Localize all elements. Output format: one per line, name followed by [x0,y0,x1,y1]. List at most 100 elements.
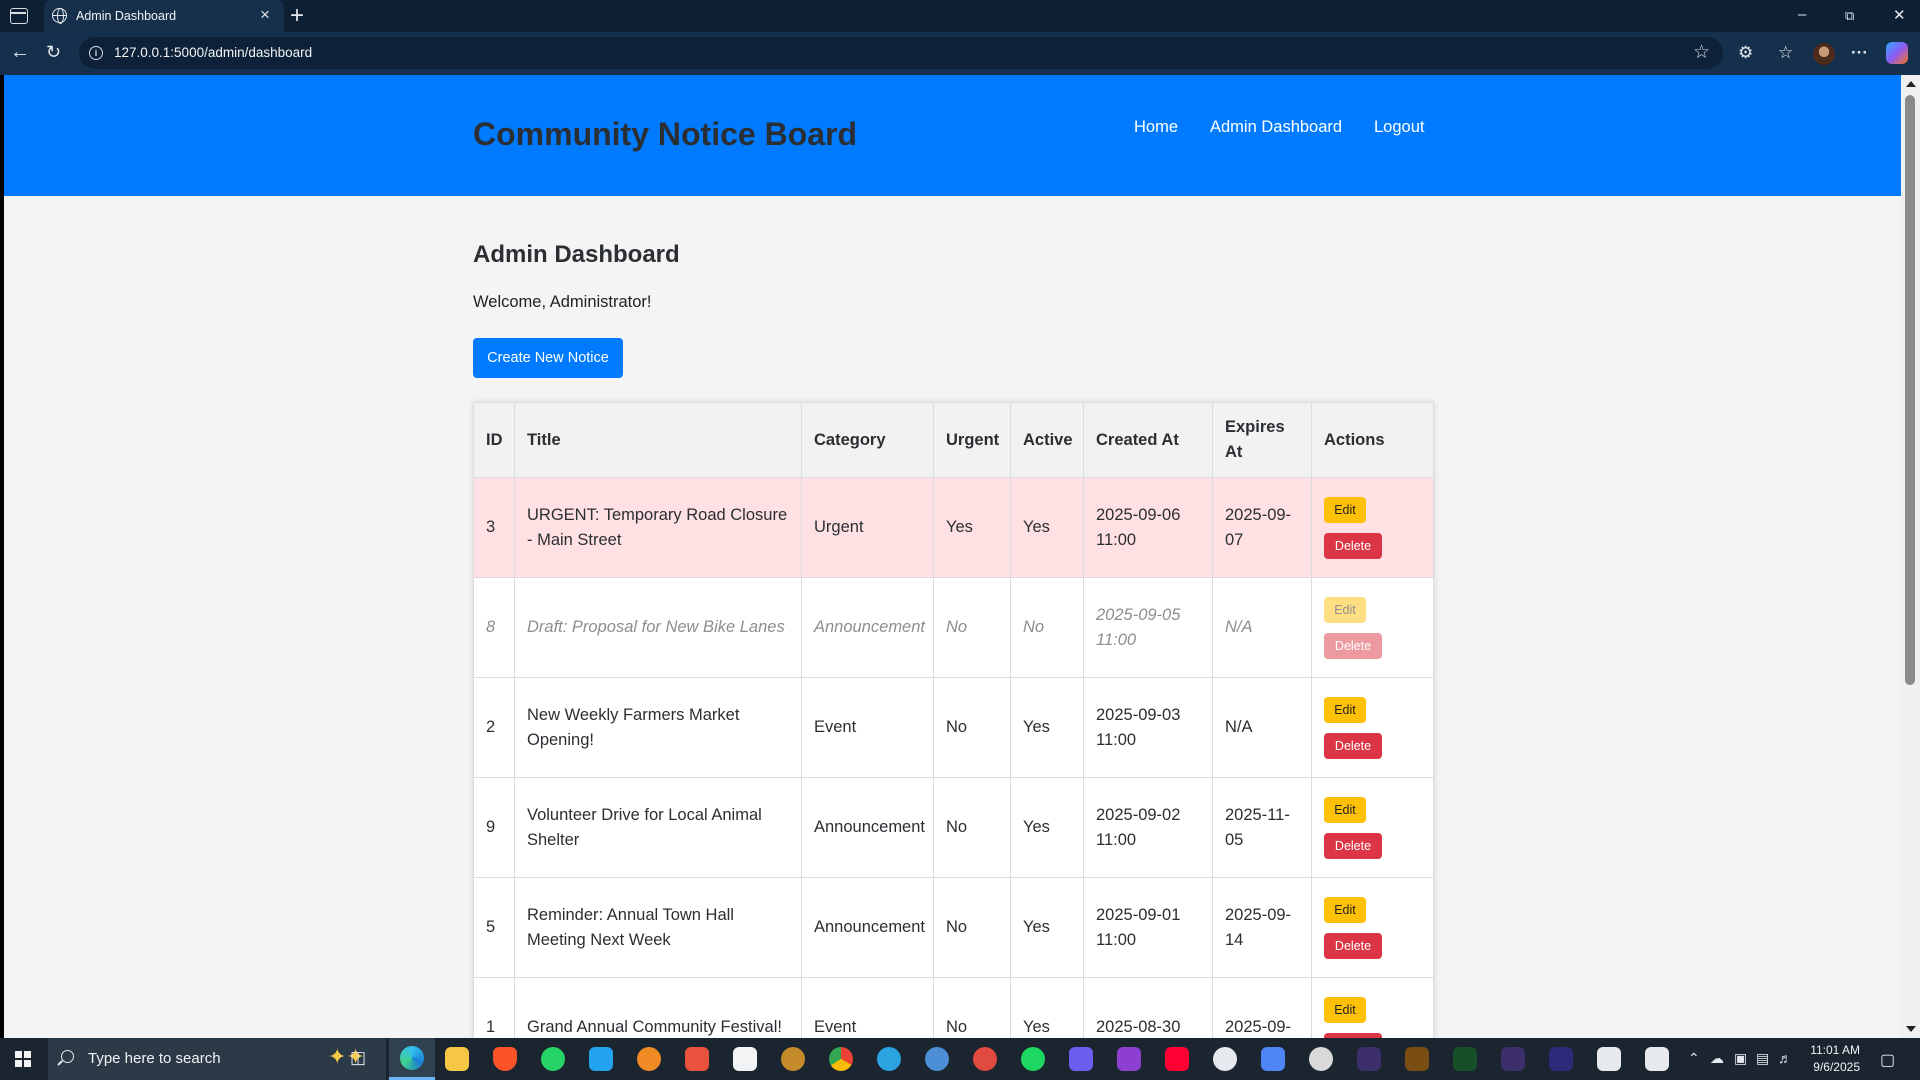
edit-button[interactable]: Edit [1324,896,1366,923]
cell-category: Announcement [801,877,934,978]
tray-chevron-up-icon[interactable]: ⌃ [1688,1050,1700,1067]
favorites-icon[interactable]: ☆ [1778,44,1793,62]
edit-button[interactable]: Edit [1324,996,1366,1023]
cell-urgent: No [933,677,1011,778]
nav-admin-dashboard-link[interactable]: Admin Dashboard [1210,118,1342,137]
favorite-star-icon[interactable]: ☆ [1693,41,1710,64]
app-icon-25[interactable] [1597,1047,1621,1071]
new-tab-icon[interactable]: + [290,2,304,30]
url-text[interactable]: 127.0.0.1:5000/admin/dashboard [114,45,312,60]
spotify-icon[interactable] [1021,1047,1045,1071]
delete-button[interactable]: Delete [1324,632,1382,659]
cell-created-at: 2025-08-30 [1083,977,1213,1038]
app-icon-20[interactable] [1357,1047,1381,1071]
edit-button[interactable]: Edit [1324,796,1366,823]
gemini-icon[interactable] [1261,1047,1285,1071]
cell-expires-at: 2025-09- [1212,977,1312,1038]
qbittorrent-icon[interactable] [925,1047,949,1071]
windows-start-icon[interactable] [15,1051,31,1067]
app-icon-24[interactable] [1549,1047,1573,1071]
network-icon[interactable]: ▤ [1756,1050,1769,1067]
sidebar-toggle-icon[interactable] [10,8,28,24]
file-explorer-icon[interactable] [445,1047,469,1071]
edit-button[interactable]: Edit [1324,496,1366,523]
taskbar-search-placeholder[interactable]: Type here to search [88,1050,221,1067]
app-icon-14[interactable] [1069,1047,1093,1071]
chatgpt-icon[interactable] [1213,1047,1237,1071]
cell-created-at: 2025-09-05 11:00 [1083,577,1213,678]
cell-created-at: 2025-09-06 11:00 [1083,477,1213,578]
browser-tab[interactable]: Admin Dashboard × [44,0,284,32]
column-header-category: Category [801,402,934,478]
delete-button[interactable]: Delete [1324,532,1382,559]
extensions-icon[interactable]: ⚙ [1738,44,1753,62]
nav-logout-link[interactable]: Logout [1374,118,1424,137]
cell-urgent: No [933,777,1011,878]
delete-button[interactable]: Delete [1324,932,1382,959]
notifications-icon[interactable]: ▢ [1880,1050,1895,1070]
meet-icon[interactable]: ▣ [1734,1050,1747,1067]
restore-icon[interactable]: ⧉ [1845,8,1854,24]
vscode-icon[interactable] [589,1047,613,1071]
taskbar-date[interactable]: 9/6/2025 [1800,1060,1860,1074]
copilot-icon[interactable] [1886,42,1908,64]
cell-title: Reminder: Annual Town Hall Meeting Next … [514,877,802,978]
cell-urgent: No [933,877,1011,978]
youtube-icon[interactable] [1165,1047,1189,1071]
telegram-icon[interactable] [877,1047,901,1071]
task-view-icon[interactable]: ◫ [350,1048,366,1068]
app-icon-8[interactable] [781,1047,805,1071]
back-icon[interactable]: ← [10,41,30,63]
search-app-icon[interactable] [637,1047,661,1071]
site-info-icon[interactable]: i [89,46,103,60]
app-icon-19[interactable] [1309,1047,1333,1071]
app-icon-26[interactable] [1645,1047,1669,1071]
url-field[interactable]: i 127.0.0.1:5000/admin/dashboard ☆ [79,37,1723,69]
create-new-notice-button[interactable]: Create New Notice [473,338,623,378]
app-icon-21[interactable] [1405,1047,1429,1071]
tab-close-icon[interactable]: × [260,6,270,24]
delete-button[interactable]: Delete [1324,832,1382,859]
taskbar-time[interactable]: 11:01 AM [1800,1043,1860,1057]
cell-title: Volunteer Drive for Local Animal Shelter [514,777,802,878]
welcome-message: Welcome, Administrator! [473,293,652,311]
cell-urgent: Yes [933,477,1011,578]
page-scrollbar[interactable] [1901,75,1920,1038]
capcut-icon[interactable] [733,1047,757,1071]
taskbar-search[interactable]: Type here to search ✦✦ [48,1038,386,1080]
volume-icon[interactable]: ♬ [1778,1050,1792,1066]
table-row: 8 Draft: Proposal for New Bike Lanes Annou… [473,577,1434,678]
edit-button[interactable]: Edit [1324,696,1366,723]
page-title: Admin Dashboard [473,241,680,268]
scroll-up-arrow-icon[interactable] [1906,81,1916,87]
more-menu-icon[interactable]: ··· [1851,44,1868,62]
app-icon-12[interactable] [973,1047,997,1071]
close-window-icon[interactable]: ✕ [1893,6,1906,24]
globe-icon [52,8,67,24]
table-row: 9 Volunteer Drive for Local Animal Shelte… [473,777,1434,878]
delete-button[interactable]: Delete [1324,732,1382,759]
minimize-icon[interactable]: – [1798,6,1806,23]
app-icon-23[interactable] [1501,1047,1525,1071]
edge-browser-icon[interactable] [400,1046,424,1070]
app-icon-22[interactable] [1453,1047,1477,1071]
onedrive-icon[interactable]: ☁ [1710,1050,1724,1067]
nav-home-link[interactable]: Home [1134,118,1178,137]
profile-avatar[interactable] [1813,43,1835,65]
refresh-icon[interactable]: ↻ [46,41,61,63]
brave-browser-icon[interactable] [493,1047,517,1071]
app-icon-15[interactable] [1117,1047,1141,1071]
chrome-icon[interactable] [829,1047,853,1071]
app-icon-6[interactable] [685,1047,709,1071]
table-body: 3 URGENT: Temporary Road Closure - Main S… [473,477,1434,1038]
table-row: 5 Reminder: Annual Town Hall Meeting Next… [473,877,1434,978]
taskbar-edge-active[interactable] [389,1038,435,1080]
cell-active: Yes [1010,977,1084,1038]
scroll-thumb[interactable] [1905,95,1915,685]
cell-created-at: 2025-09-02 11:00 [1083,777,1213,878]
scroll-down-arrow-icon[interactable] [1906,1026,1916,1032]
edit-button[interactable]: Edit [1324,596,1366,623]
whatsapp-icon[interactable] [541,1047,565,1071]
cell-urgent: No [933,577,1011,678]
cell-category: Event [801,677,934,778]
